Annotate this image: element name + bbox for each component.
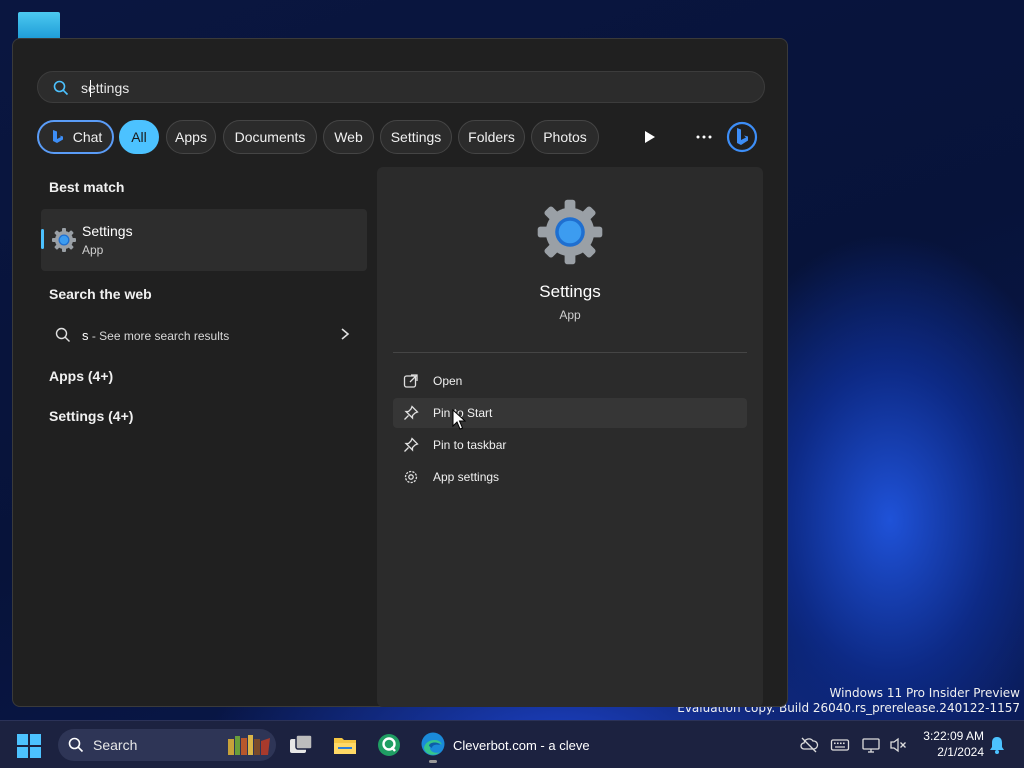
notification-bell-icon[interactable] <box>987 735 1007 755</box>
action-app-settings[interactable]: App settings <box>393 462 747 492</box>
action-pin-to-start[interactable]: Pin to Start <box>393 398 747 428</box>
file-explorer-icon[interactable] <box>332 732 358 758</box>
filter-bar: Chat All Apps Documents Web Settings Fol… <box>37 120 777 154</box>
apps-group-heading[interactable]: Apps (4+) <box>49 368 113 384</box>
bing-chat-icon <box>52 130 63 143</box>
display-icon[interactable] <box>861 735 881 755</box>
filter-all-label: All <box>131 129 147 145</box>
more-filters-button[interactable] <box>633 120 667 154</box>
detail-title: Settings <box>539 282 601 301</box>
windows-start-icon[interactable] <box>16 733 42 759</box>
web-search-result[interactable]: s - See more search results <box>41 317 367 353</box>
search-icon <box>55 327 70 342</box>
search-icon <box>68 737 84 753</box>
edge-icon <box>421 732 445 756</box>
watermark-line1: Windows 11 Pro Insider Preview <box>829 686 1020 700</box>
play-icon <box>645 131 655 143</box>
filter-folders-label: Folders <box>468 129 515 145</box>
filter-chat-label: Chat <box>72 129 103 145</box>
best-match-subtitle: App <box>82 243 104 257</box>
filter-folders[interactable]: Folders <box>458 120 525 154</box>
web-result-text: s - See more search results <box>82 328 229 343</box>
settings-gear-icon <box>537 199 603 265</box>
action-pin-to-taskbar-label: Pin to taskbar <box>433 438 507 452</box>
running-indicator <box>429 760 437 763</box>
taskbar: Search Cleverbot.com - a cleve 3:22:09 A… <box>0 720 1024 768</box>
pin-icon <box>404 437 419 452</box>
gear-icon <box>404 470 418 484</box>
settings-group-heading[interactable]: Settings (4+) <box>49 408 133 424</box>
search-panel: settings Chat All Apps Documents Web Set… <box>12 38 788 707</box>
web-result-suffix: - See more search results <box>88 329 230 343</box>
filter-photos[interactable]: Photos <box>531 120 599 154</box>
filter-chat[interactable]: Chat <box>37 120 114 154</box>
clock-date: 2/1/2024 <box>937 745 984 759</box>
filter-web[interactable]: Web <box>323 120 374 154</box>
divider <box>393 352 747 353</box>
filter-documents[interactable]: Documents <box>223 120 317 154</box>
task-view-icon[interactable] <box>288 732 314 758</box>
filter-apps-label: Apps <box>175 129 207 145</box>
clock-time: 3:22:09 AM <box>923 729 984 743</box>
system-clock[interactable]: 3:22:09 AM 2/1/2024 <box>914 728 984 760</box>
selection-indicator <box>41 229 44 249</box>
best-match-heading: Best match <box>49 179 125 195</box>
text-caret <box>90 80 91 97</box>
network-off-icon[interactable] <box>799 735 819 755</box>
filter-apps[interactable]: Apps <box>166 120 216 154</box>
filter-all[interactable]: All <box>119 120 159 154</box>
keyboard-icon[interactable] <box>830 735 850 755</box>
desktop-icon[interactable] <box>18 12 60 40</box>
bing-button[interactable] <box>725 120 759 154</box>
settings-gear-icon <box>52 228 76 252</box>
mouse-cursor-icon <box>452 409 466 430</box>
open-external-icon <box>403 374 418 388</box>
more-icon <box>696 135 712 139</box>
chevron-right-icon <box>341 328 350 340</box>
taskbar-search-box[interactable]: Search <box>58 729 276 761</box>
action-open[interactable]: Open <box>393 366 747 396</box>
best-match-title: Settings <box>82 223 133 239</box>
search-web-heading: Search the web <box>49 286 152 302</box>
best-match-item[interactable]: Settings App <box>41 209 367 271</box>
bing-icon <box>726 121 758 153</box>
action-open-label: Open <box>433 374 463 388</box>
taskbar-search-label: Search <box>93 737 138 753</box>
detail-pane: Settings App Open Pin to Start Pin to ta… <box>377 167 763 707</box>
action-pin-to-taskbar[interactable]: Pin to taskbar <box>393 430 747 460</box>
filter-settings-label: Settings <box>390 129 442 145</box>
action-app-settings-label: App settings <box>433 470 500 484</box>
app-q-icon[interactable] <box>376 732 402 758</box>
filter-settings[interactable]: Settings <box>380 120 452 154</box>
taskbar-edge-window[interactable]: Cleverbot.com - a cleve <box>420 729 594 763</box>
edge-window-title: Cleverbot.com - a cleve <box>453 738 590 753</box>
more-options-button[interactable] <box>687 120 721 154</box>
search-input[interactable]: settings <box>81 80 129 96</box>
search-highlight-books-icon <box>228 735 270 755</box>
pin-icon <box>404 405 419 420</box>
search-box[interactable]: settings <box>37 71 765 103</box>
filter-documents-label: Documents <box>234 129 306 145</box>
search-icon <box>53 80 69 96</box>
detail-subtitle: App <box>559 308 581 322</box>
filter-web-label: Web <box>334 129 363 145</box>
filter-photos-label: Photos <box>543 129 587 145</box>
volume-muted-icon[interactable] <box>888 735 908 755</box>
